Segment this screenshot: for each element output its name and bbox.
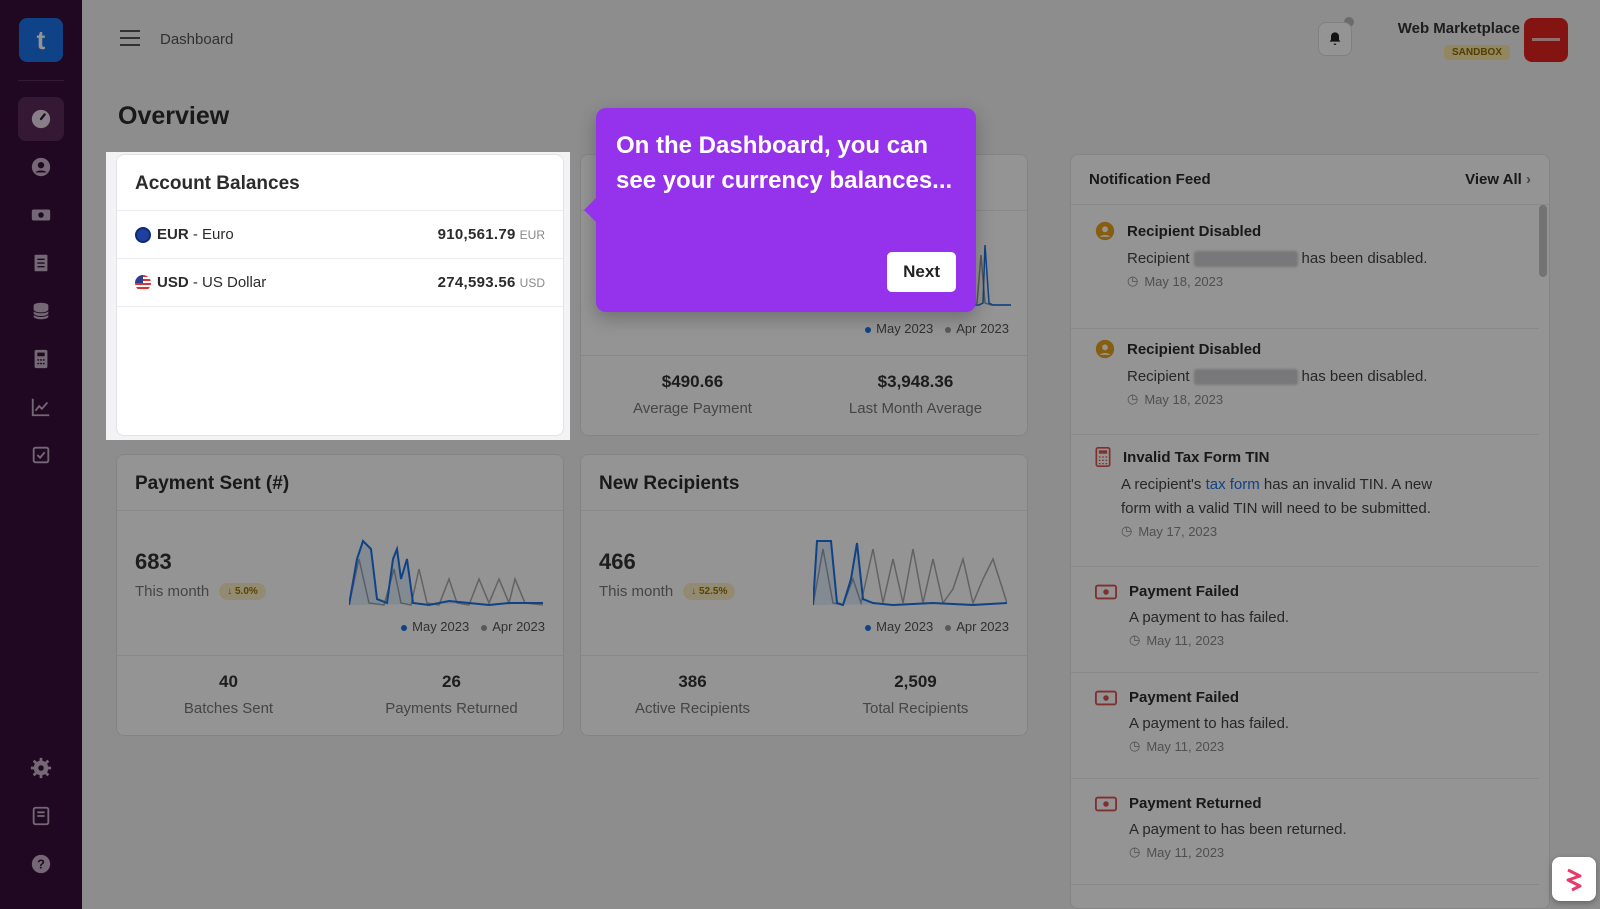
balance-row-eur[interactable]: EUR - Euro 910,561.79 EUR [117,211,563,259]
next-button[interactable]: Next [887,252,956,292]
tooltip-text: On the Dashboard, you can see your curre… [616,132,953,194]
us-flag-icon [135,274,151,291]
tour-overlay [0,440,1600,909]
currency-name: - US Dollar [188,274,267,291]
balance-amount: 274,593.56 [437,274,516,291]
balance-unit: EUR [519,227,545,242]
card-title: Account Balances [117,155,563,211]
currency-code: USD [157,274,189,291]
tour-overlay [0,152,106,440]
currency-code: EUR [157,226,189,243]
tour-tooltip: On the Dashboard, you can see your curre… [584,108,976,312]
balance-row-usd[interactable]: USD - US Dollar 274,593.56 USD [117,259,563,307]
currency-name: - Euro [188,226,234,243]
balance-unit: USD [519,275,545,290]
balance-amount: 910,561.79 [437,226,516,243]
account-balances-card: Account Balances EUR - Euro 910,561.79 EU… [116,154,564,436]
help-widget-button[interactable] [1552,857,1596,901]
tooltip-arrow [584,198,596,222]
guide-icon [1566,868,1582,892]
eu-flag-icon [135,226,151,243]
